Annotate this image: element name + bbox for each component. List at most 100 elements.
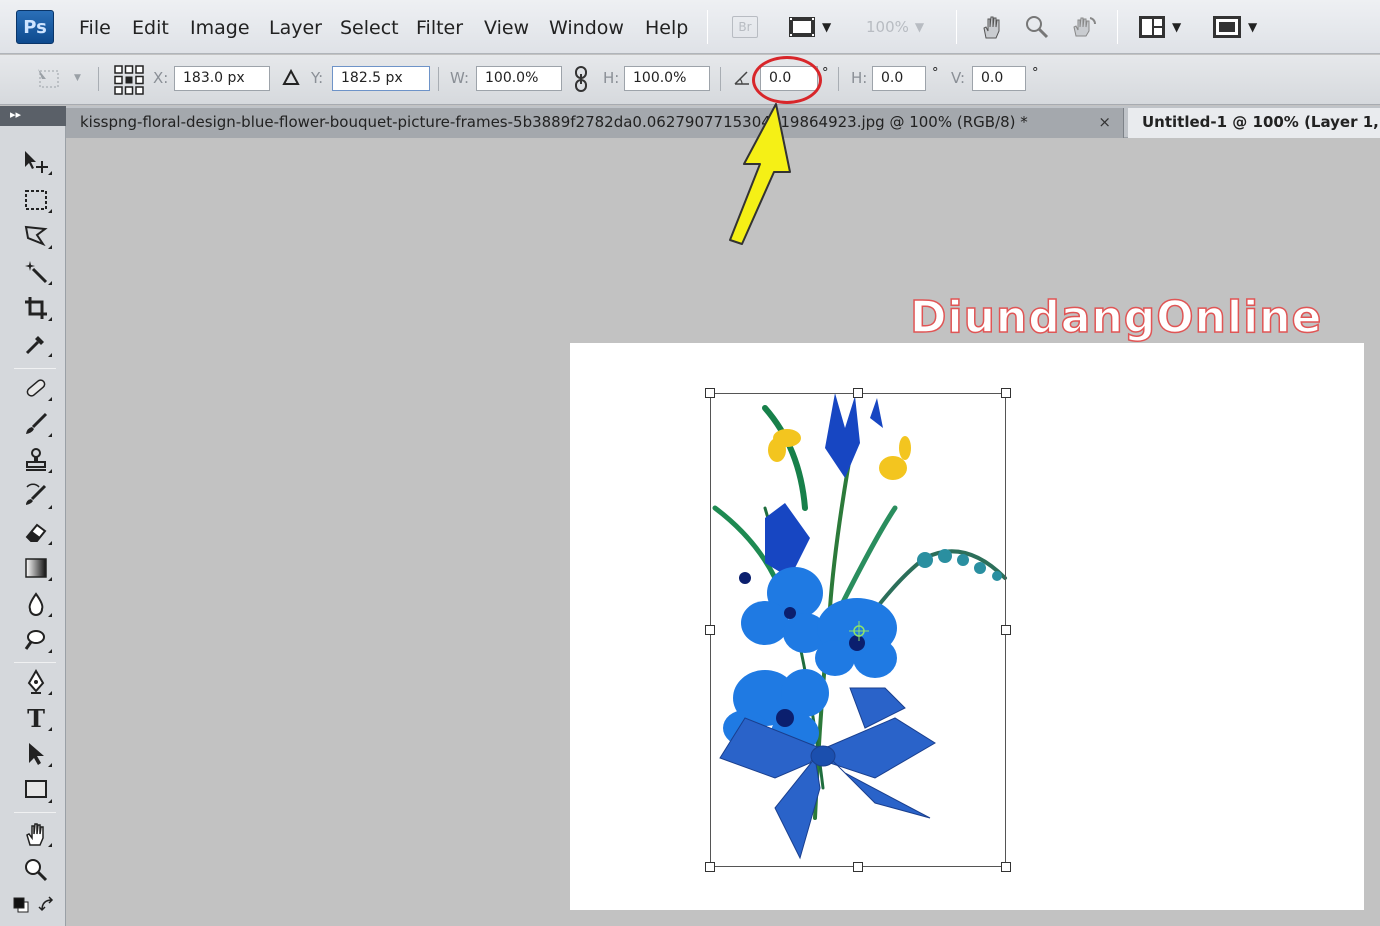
screen-mode-button[interactable]: ▼ (1212, 13, 1257, 41)
eraser-tool[interactable] (18, 516, 54, 548)
transform-handle-bottom[interactable] (853, 862, 863, 872)
transform-tool-icon (38, 69, 59, 88)
tools-panel: ▸▸ T (0, 106, 66, 926)
menu-file[interactable]: File (79, 17, 111, 39)
tool-preset-picker[interactable]: ▼ (36, 67, 81, 95)
options-bar: ▼ X: 183.0 px Y: 182.5 px W: 100.0% H: 1… (0, 55, 1380, 105)
bandage-icon (26, 379, 46, 397)
x-position-field[interactable]: 183.0 px (174, 66, 270, 91)
menu-help[interactable]: Help (645, 17, 688, 39)
rectangular-marquee-tool[interactable] (18, 184, 54, 216)
menu-select[interactable]: Select (340, 17, 399, 39)
blur-drop-icon (28, 592, 44, 616)
menu-image[interactable]: Image (190, 17, 250, 39)
link-icon[interactable] (574, 66, 588, 92)
reference-point-locator[interactable] (113, 64, 145, 100)
menu-view[interactable]: View (484, 17, 529, 39)
close-icon[interactable]: × (1098, 113, 1111, 131)
transform-handle-right[interactable] (1001, 625, 1011, 635)
tools-divider (14, 368, 56, 369)
tools-divider (14, 812, 56, 813)
bridge-button[interactable]: Br (732, 13, 758, 41)
relative-position-icon[interactable] (282, 69, 300, 87)
options-divider (438, 67, 439, 91)
transform-handle-left[interactable] (705, 625, 715, 635)
arrange-documents-button[interactable]: ▼ (1138, 13, 1181, 41)
chevron-down-icon: ▼ (914, 20, 925, 34)
chevron-down-icon: ▼ (1248, 20, 1258, 34)
eraser-icon (25, 523, 47, 542)
height-field[interactable]: 100.0% (624, 66, 710, 91)
zoom-level-value: 100% (866, 18, 909, 36)
clone-stamp-tool[interactable] (18, 444, 54, 476)
y-label: Y: (311, 69, 324, 87)
menu-layer[interactable]: Layer (269, 17, 322, 39)
document-tab-label: kisspng-floral-design-blue-flower-bouque… (80, 113, 1028, 131)
vertical-skew-field[interactable]: 0.0 (972, 66, 1026, 91)
pen-tool[interactable] (18, 666, 54, 698)
menu-filter[interactable]: Filter (416, 17, 463, 39)
blur-tool[interactable] (18, 588, 54, 620)
highlight-circle (752, 56, 822, 104)
skew-h-label: H: (851, 69, 868, 87)
brush-tool[interactable] (18, 408, 54, 440)
zoom-level-dropdown[interactable]: 100% ▼ (866, 13, 924, 41)
hand-tool[interactable] (18, 818, 54, 850)
rotate-view-button[interactable] (1070, 13, 1098, 41)
history-brush-tool[interactable] (18, 480, 54, 512)
dodge-tool[interactable] (18, 624, 54, 656)
spot-healing-brush-tool[interactable] (18, 372, 54, 404)
path-selection-icon (29, 743, 44, 765)
type-tool[interactable]: T (18, 702, 54, 734)
menubar-divider (707, 10, 708, 44)
tools-divider (14, 662, 56, 663)
options-divider (98, 67, 99, 91)
arrange-documents-icon (1139, 16, 1165, 38)
x-label: X: (153, 69, 169, 87)
rectangle-tool[interactable] (18, 774, 54, 806)
w-label: W: (450, 69, 470, 87)
view-extras-button[interactable]: ▼ (788, 13, 831, 41)
hand-tool-button[interactable] (979, 13, 1005, 41)
zoom-tool[interactable] (18, 854, 54, 886)
yellow-arrow-icon (729, 103, 791, 245)
menu-bar: Ps File Edit Image Layer Select Filter V… (0, 0, 1380, 54)
tools-panel-header[interactable]: ▸▸ (0, 106, 66, 126)
watermark-text: DiundangOnline (909, 291, 1323, 344)
chevron-down-icon: ▼ (822, 20, 832, 34)
zoom-tool-button[interactable] (1024, 13, 1050, 41)
document-tab-untitled[interactable]: Untitled-1 @ 100% (Layer 1, R (1128, 108, 1380, 138)
crop-tool[interactable] (18, 292, 54, 324)
gradient-icon (25, 558, 47, 578)
width-field[interactable]: 100.0% (476, 66, 562, 91)
eyedropper-tool[interactable] (18, 328, 54, 360)
path-selection-tool[interactable] (18, 738, 54, 770)
menu-edit[interactable]: Edit (132, 17, 169, 39)
transform-handle-bottom-right[interactable] (1001, 862, 1011, 872)
transform-reference-point-icon[interactable] (848, 620, 870, 642)
transform-handle-bottom-left[interactable] (705, 862, 715, 872)
transform-handle-top-left[interactable] (705, 388, 715, 398)
bridge-icon: Br (732, 16, 758, 38)
y-position-field[interactable]: 182.5 px (332, 66, 430, 91)
type-icon: T (27, 703, 45, 733)
color-swatches[interactable] (12, 896, 58, 920)
default-colors-icon (13, 897, 29, 913)
hand-icon (983, 16, 1000, 39)
lasso-icon (24, 225, 48, 247)
degree-symbol: ° (822, 66, 829, 81)
lasso-tool[interactable] (18, 220, 54, 252)
zoom-icon (1026, 16, 1049, 39)
document-tab-active[interactable]: kisspng-floral-design-blue-flower-bouque… (66, 108, 1124, 138)
reference-point-icon (114, 65, 144, 95)
menu-window[interactable]: Window (549, 17, 624, 39)
rotate-view-icon (1073, 17, 1097, 37)
pen-icon (27, 669, 45, 694)
move-tool[interactable] (18, 146, 54, 178)
skew-v-label: V: (951, 69, 966, 87)
horizontal-skew-field[interactable]: 0.0 (872, 66, 926, 91)
magic-wand-tool[interactable] (18, 256, 54, 288)
transform-handle-top[interactable] (853, 388, 863, 398)
transform-handle-top-right[interactable] (1001, 388, 1011, 398)
gradient-tool[interactable] (18, 552, 54, 584)
